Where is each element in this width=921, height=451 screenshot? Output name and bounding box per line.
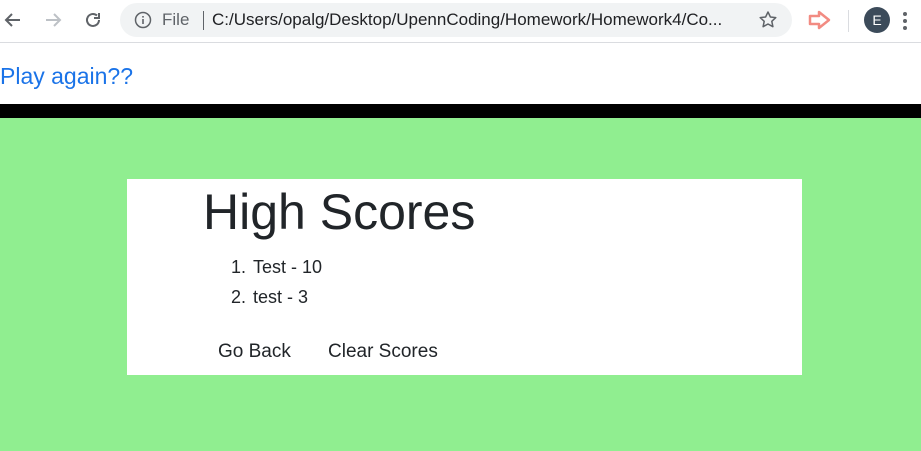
clear-scores-button[interactable]: Clear Scores [328, 339, 438, 365]
score-list: Test - 10 test - 3 [231, 252, 322, 312]
address-bar[interactable]: File C:/Users/opalg/Desktop/UpennCoding/… [120, 3, 792, 37]
bookmark-star-icon[interactable] [758, 10, 778, 30]
more-menu-icon[interactable] [898, 10, 912, 32]
url-text[interactable]: C:/Users/opalg/Desktop/UpennCoding/Homew… [212, 11, 752, 29]
score-item: test - 3 [251, 282, 322, 312]
file-label: File [162, 10, 190, 29]
score-item: Test - 10 [251, 252, 322, 282]
info-icon[interactable] [134, 11, 152, 29]
browser-toolbar: File C:/Users/opalg/Desktop/UpennCoding/… [0, 0, 921, 43]
header-bar [0, 104, 921, 118]
play-again-link[interactable]: Play again?? [0, 62, 133, 90]
go-back-button[interactable]: Go Back [218, 339, 291, 365]
profile-avatar[interactable]: E [864, 7, 890, 33]
extension-icon[interactable] [808, 9, 832, 31]
reload-icon[interactable] [80, 7, 106, 33]
back-icon[interactable] [0, 7, 26, 33]
toolbar-divider [848, 10, 849, 32]
separator [203, 11, 204, 30]
high-scores-card: High Scores Test - 10 test - 3 Go Back C… [127, 179, 802, 375]
page-title: High Scores [203, 184, 476, 240]
forward-icon[interactable] [40, 7, 66, 33]
